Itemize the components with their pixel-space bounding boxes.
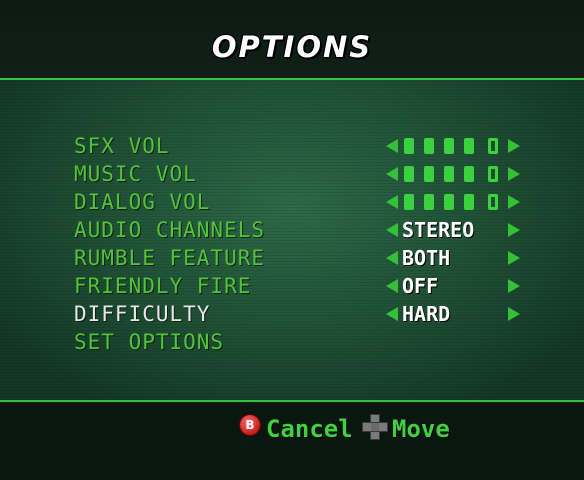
menu-item-friendly-fire[interactable]: FRIENDLY FIRE OFF bbox=[74, 272, 534, 300]
menu-item-label: DIFFICULTY bbox=[74, 302, 211, 326]
left-arrow-icon[interactable] bbox=[386, 167, 398, 181]
slider-segment bbox=[488, 194, 498, 210]
right-arrow-icon[interactable] bbox=[508, 139, 520, 153]
menu-item-label: FRIENDLY FIRE bbox=[74, 274, 252, 298]
option-value: STEREO bbox=[402, 218, 475, 242]
slider-segment bbox=[488, 138, 498, 154]
slider-segment bbox=[424, 194, 434, 210]
dpad-icon bbox=[362, 414, 388, 440]
b-button-icon[interactable]: B bbox=[240, 415, 260, 435]
slider-segment bbox=[404, 166, 414, 182]
volume-slider[interactable] bbox=[404, 194, 504, 210]
left-arrow-icon[interactable] bbox=[386, 195, 398, 209]
right-arrow-icon[interactable] bbox=[508, 223, 520, 237]
right-arrow-icon[interactable] bbox=[508, 195, 520, 209]
right-arrow-icon[interactable] bbox=[508, 307, 520, 321]
slider-segment bbox=[404, 138, 414, 154]
menu-item-label: MUSIC VOL bbox=[74, 162, 197, 186]
slider-segment bbox=[424, 166, 434, 182]
left-arrow-icon[interactable] bbox=[386, 251, 398, 265]
right-arrow-icon[interactable] bbox=[508, 251, 520, 265]
option-value: HARD bbox=[402, 302, 451, 326]
option-value: BOTH bbox=[402, 246, 451, 270]
left-arrow-icon[interactable] bbox=[386, 223, 398, 237]
slider-segment bbox=[444, 166, 454, 182]
left-arrow-icon[interactable] bbox=[386, 279, 398, 293]
slider-segment bbox=[464, 166, 474, 182]
menu-item-label: AUDIO CHANNELS bbox=[74, 218, 266, 242]
left-arrow-icon[interactable] bbox=[386, 307, 398, 321]
move-hint: Move bbox=[392, 415, 450, 443]
slider-segment bbox=[404, 194, 414, 210]
slider-segment bbox=[488, 166, 498, 182]
page-title: OPTIONS bbox=[211, 30, 373, 64]
menu-item-label: DIALOG VOL bbox=[74, 190, 211, 214]
slider-segment bbox=[424, 138, 434, 154]
cancel-hint[interactable]: Cancel bbox=[266, 414, 353, 444]
volume-slider[interactable] bbox=[404, 138, 504, 154]
menu-item-set-options[interactable]: SET OPTIONS bbox=[74, 328, 534, 356]
menu-item-rumble-feature[interactable]: RUMBLE FEATURE BOTH bbox=[74, 244, 534, 272]
slider-segment bbox=[464, 138, 474, 154]
menu-item-dialog-vol[interactable]: DIALOG VOL bbox=[74, 188, 534, 216]
menu-item-label: SET OPTIONS bbox=[74, 330, 225, 354]
slider-segment bbox=[444, 138, 454, 154]
menu-item-label: RUMBLE FEATURE bbox=[74, 246, 266, 270]
slider-segment bbox=[444, 194, 454, 210]
volume-slider[interactable] bbox=[404, 166, 504, 182]
menu-item-label: SFX VOL bbox=[74, 134, 170, 158]
option-value: OFF bbox=[402, 274, 439, 298]
menu-item-sfx-vol[interactable]: SFX VOL bbox=[74, 132, 534, 160]
menu-item-audio-channels[interactable]: AUDIO CHANNELS STEREO bbox=[74, 216, 534, 244]
slider-segment bbox=[464, 194, 474, 210]
options-screen: OPTIONS SFX VOL MUSIC VOL DIALOG VOL AUD… bbox=[0, 0, 584, 480]
left-arrow-icon[interactable] bbox=[386, 139, 398, 153]
right-arrow-icon[interactable] bbox=[508, 167, 520, 181]
menu-item-music-vol[interactable]: MUSIC VOL bbox=[74, 160, 534, 188]
right-arrow-icon[interactable] bbox=[508, 279, 520, 293]
menu-item-difficulty[interactable]: DIFFICULTY HARD bbox=[74, 300, 534, 328]
